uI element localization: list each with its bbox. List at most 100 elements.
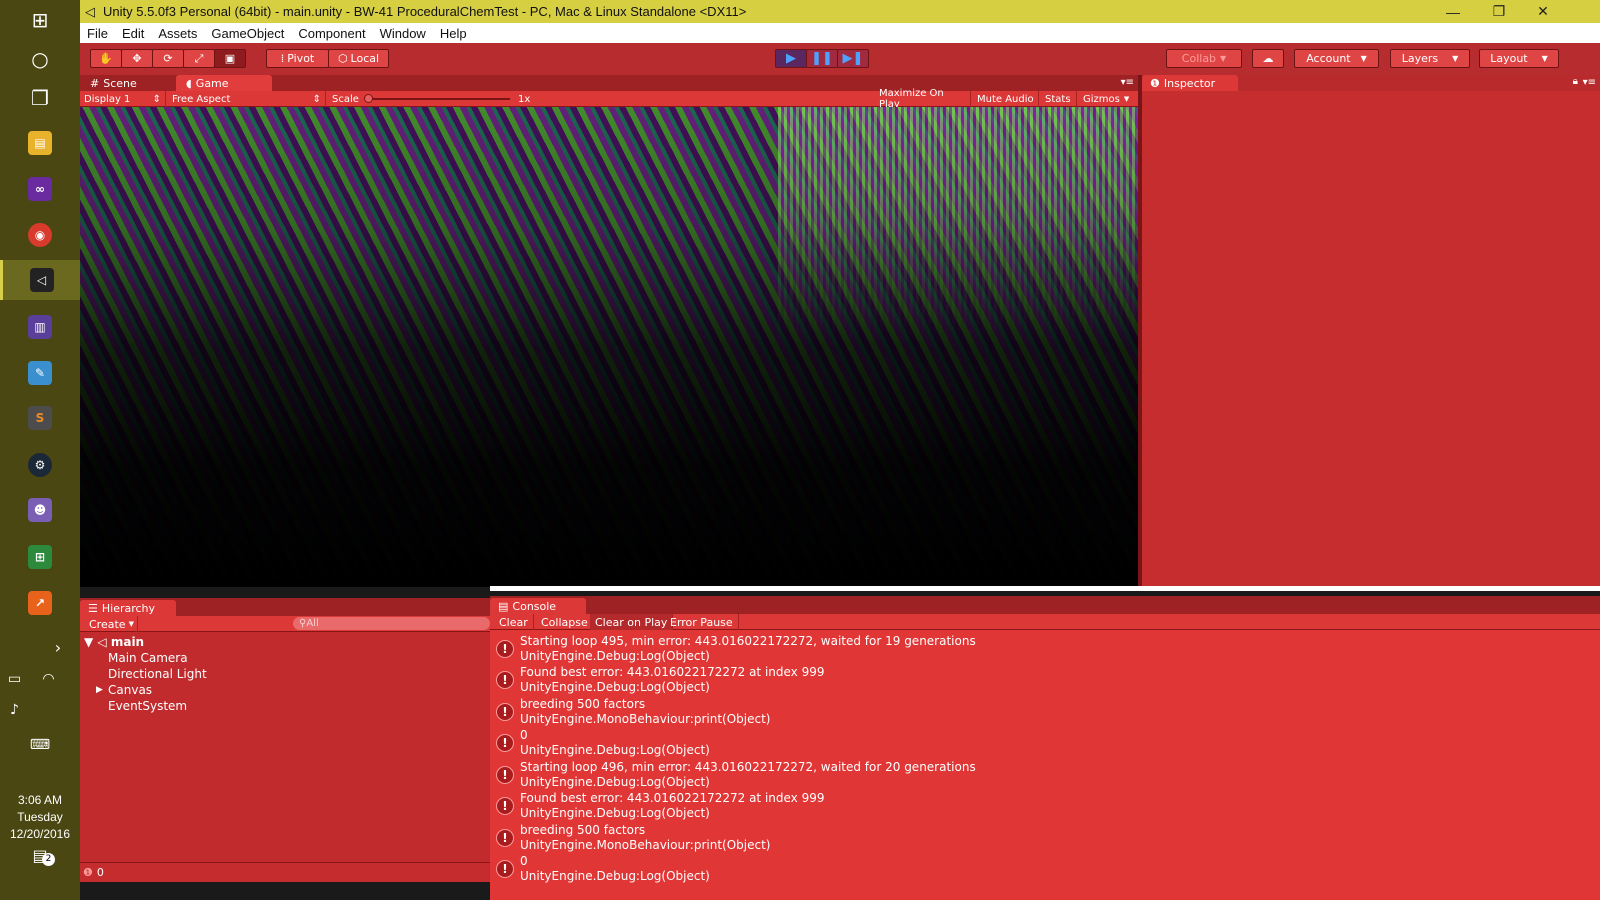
stats-toggle[interactable]: Stats bbox=[1041, 91, 1077, 107]
menu-assets[interactable]: Assets bbox=[151, 26, 204, 41]
tab-scene[interactable]: # Scene bbox=[80, 75, 172, 91]
unity-taskbar-icon[interactable]: ◁ bbox=[0, 260, 80, 300]
minimize-button[interactable]: — bbox=[1430, 0, 1476, 23]
aspect-dropdown[interactable]: Free Aspect ⇕ bbox=[168, 91, 326, 107]
collab-dropdown[interactable]: Collab ▼ bbox=[1166, 49, 1242, 68]
error-icon: ! bbox=[496, 797, 514, 815]
log-message: Found best error: 443.016022172272 at in… bbox=[520, 665, 825, 679]
game-pacman-icon: ◖ bbox=[186, 76, 192, 90]
volume-icon[interactable]: ♪ bbox=[0, 690, 42, 730]
game-view-toolbar: Display 1 ⇕ Free Aspect ⇕ Scale 1x Maximiz… bbox=[80, 88, 1142, 110]
scale-tool-icon[interactable]: ⤢ bbox=[183, 49, 215, 68]
scale-track[interactable] bbox=[368, 98, 510, 100]
tab-game-label: Game bbox=[195, 76, 229, 90]
rotate-tool-icon[interactable]: ⟳ bbox=[152, 49, 184, 68]
console-log-entry[interactable]: ! Found best error: 443.016022172272 at … bbox=[490, 791, 1600, 822]
status-bar[interactable]: ❶ 0 bbox=[80, 862, 490, 882]
cloud-button[interactable]: ☁ bbox=[1252, 49, 1284, 68]
console-log-entry[interactable]: ! Starting loop 496, min error: 443.0160… bbox=[490, 760, 1600, 791]
orange-app-icon[interactable]: ↗ bbox=[0, 583, 80, 623]
pivot-icon: ⁞ bbox=[280, 52, 285, 65]
log-message: 0 bbox=[520, 854, 528, 868]
hierarchy-item-directional-light[interactable]: Directional Light bbox=[108, 666, 207, 682]
visual-studio-icon[interactable]: ∞ bbox=[0, 169, 80, 209]
local-toggle[interactable]: ⬡ Local bbox=[328, 49, 389, 68]
layout-dropdown[interactable]: Layout ▼ bbox=[1479, 49, 1559, 68]
keyboard-icon[interactable]: ⌨ bbox=[0, 725, 80, 765]
restore-button[interactable]: ❐ bbox=[1476, 0, 1522, 23]
maximize-on-play-toggle[interactable]: Maximize On Play bbox=[875, 88, 971, 110]
chevron-down-icon: ▼ bbox=[1541, 54, 1548, 63]
menu-edit[interactable]: Edit bbox=[115, 26, 151, 41]
menu-file[interactable]: File bbox=[80, 26, 115, 41]
pause-button[interactable]: ❚❚ bbox=[806, 49, 838, 68]
action-center-icon[interactable]: ▤ 2 bbox=[0, 835, 80, 875]
menu-component[interactable]: Component bbox=[291, 26, 372, 41]
rect-tool-icon[interactable]: ▣ bbox=[214, 49, 246, 68]
chevron-down-icon: ▼ bbox=[1220, 54, 1227, 63]
play-button[interactable]: ▶ bbox=[775, 49, 807, 68]
layers-label: Layers bbox=[1401, 52, 1439, 65]
console-collapse-button[interactable]: Collapse bbox=[536, 614, 594, 630]
tab-console[interactable]: ▤ Console bbox=[490, 598, 586, 614]
expand-arrow-icon[interactable]: ▶ bbox=[96, 682, 103, 698]
tab-hierarchy[interactable]: ☰ Hierarchy bbox=[80, 600, 176, 616]
console-clear-button[interactable]: Clear bbox=[494, 614, 534, 630]
panel-menu-icon[interactable]: ▾≡ bbox=[1583, 77, 1596, 88]
game-view[interactable] bbox=[80, 107, 1138, 587]
local-icon: ⬡ bbox=[337, 52, 348, 65]
scene-game-tabbar: # Scene ◖ Game ▾≡ bbox=[80, 75, 1142, 91]
scale-slider[interactable]: Scale 1x bbox=[328, 91, 548, 107]
cortana-search-icon[interactable]: ○ bbox=[0, 39, 80, 79]
scene-root-item[interactable]: ▼ ◁ main bbox=[84, 634, 144, 650]
console-clear-on-play-toggle[interactable]: Clear on Play bbox=[590, 614, 674, 630]
error-icon: ! bbox=[496, 766, 514, 784]
console-log-entry[interactable]: ! breeding 500 factors UnityEngine.MonoB… bbox=[490, 823, 1600, 854]
windows-explorer-icon[interactable]: ⊞ bbox=[0, 537, 80, 577]
log-message: 0 bbox=[520, 728, 528, 742]
inspector-panel bbox=[1142, 91, 1600, 587]
console-log-entry[interactable]: ! Starting loop 495, min error: 443.0160… bbox=[490, 634, 1600, 665]
menu-gameobject[interactable]: GameObject bbox=[204, 26, 291, 41]
console-log-entry[interactable]: ! Found best error: 443.016022172272 at … bbox=[490, 665, 1600, 696]
lock-icon[interactable]: 🔒︎ bbox=[1573, 76, 1578, 87]
console-panel: ! Starting loop 495, min error: 443.0160… bbox=[490, 630, 1600, 900]
winrar-icon[interactable]: ▥ bbox=[0, 307, 80, 347]
file-explorer-icon[interactable]: ▤ bbox=[0, 123, 80, 163]
mute-audio-toggle[interactable]: Mute Audio bbox=[973, 91, 1039, 107]
pivot-toggle[interactable]: ⁞ Pivot bbox=[266, 49, 329, 68]
windows-taskbar: ⊞ ○ ❐ ▤ ∞ ◉ ◁ ▥ ✎ S ⚙ ☻ ⊞ ↗ › ▭ ◠ ♪ ⌨ 3:… bbox=[0, 0, 80, 900]
close-button[interactable]: ✕ bbox=[1520, 0, 1566, 23]
scale-thumb[interactable] bbox=[364, 94, 373, 103]
menu-help[interactable]: Help bbox=[433, 26, 474, 41]
tab-inspector[interactable]: ❶ Inspector bbox=[1142, 75, 1238, 91]
layers-dropdown[interactable]: Layers ▼ bbox=[1390, 49, 1470, 68]
menu-window[interactable]: Window bbox=[373, 26, 433, 41]
hierarchy-item-canvas[interactable]: ▶ Canvas bbox=[96, 682, 152, 698]
task-view-icon[interactable]: ❐ bbox=[0, 78, 80, 118]
move-tool-icon[interactable]: ✥ bbox=[121, 49, 153, 68]
steam-icon[interactable]: ⚙ bbox=[0, 445, 80, 485]
step-button[interactable]: ▶❚ bbox=[837, 49, 869, 68]
paint-icon[interactable]: ✎ bbox=[0, 353, 80, 393]
account-dropdown[interactable]: Account ▼ bbox=[1294, 49, 1379, 68]
console-log-entry[interactable]: ! breeding 500 factors UnityEngine.MonoB… bbox=[490, 697, 1600, 728]
hierarchy-search-input[interactable]: ⚲All bbox=[293, 617, 490, 630]
console-log-entry[interactable]: ! 0 UnityEngine.Debug:Log(Object) bbox=[490, 854, 1600, 885]
tab-game[interactable]: ◖ Game bbox=[176, 75, 272, 91]
hierarchy-item-main-camera[interactable]: Main Camera bbox=[108, 650, 188, 666]
windows-start-icon[interactable]: ⊞ bbox=[0, 0, 80, 40]
display-dropdown[interactable]: Display 1 ⇕ bbox=[80, 91, 166, 107]
hierarchy-item-eventsystem[interactable]: EventSystem bbox=[108, 698, 187, 714]
chat-app-icon[interactable]: ☻ bbox=[0, 490, 80, 530]
chrome-icon[interactable]: ◉ bbox=[0, 215, 80, 255]
hand-tool-icon[interactable]: ✋ bbox=[90, 49, 122, 68]
window-titlebar[interactable]: ◁ Unity 5.5.0f3 Personal (64bit) - main.… bbox=[80, 0, 1600, 23]
create-dropdown[interactable]: Create ▼ bbox=[84, 616, 138, 632]
console-error-pause-toggle[interactable]: Error Pause bbox=[665, 614, 739, 630]
sublime-text-icon[interactable]: S bbox=[0, 398, 80, 438]
gizmos-dropdown[interactable]: Gizmos ▼ bbox=[1079, 91, 1137, 107]
console-log-entry[interactable]: ! 0 UnityEngine.Debug:Log(Object) bbox=[490, 728, 1600, 759]
error-icon: ! bbox=[496, 860, 514, 878]
panel-menu-icon[interactable]: ▾≡ bbox=[1121, 77, 1134, 88]
